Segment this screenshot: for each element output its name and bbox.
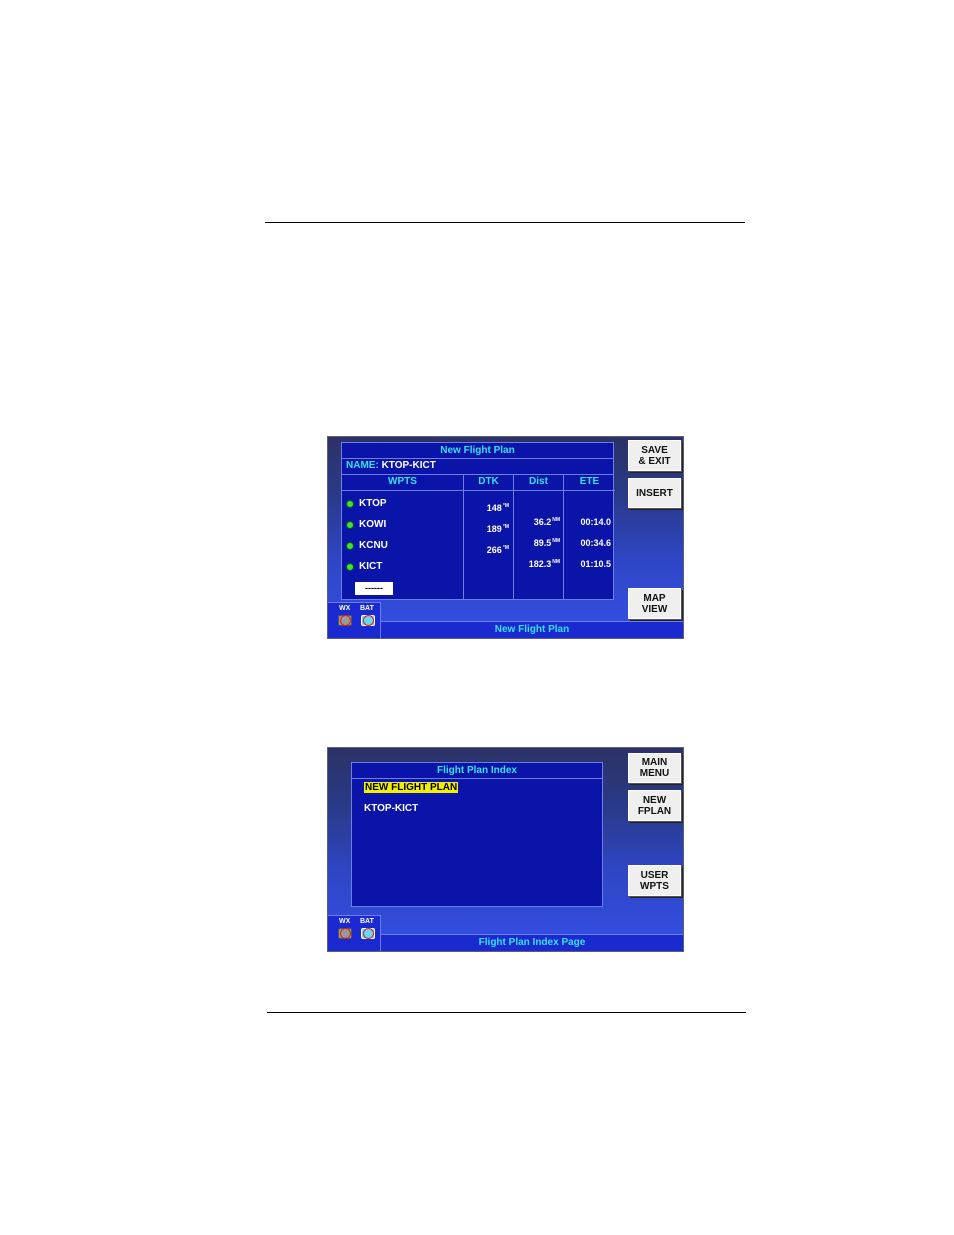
new-waypoint-entry-field[interactable]: ------ — [355, 582, 393, 595]
dist-value: 182.3NM — [528, 559, 560, 569]
battery-disabled-icon — [361, 615, 375, 626]
wpts-header: WPTS — [342, 474, 463, 491]
bat-label: BAT — [360, 605, 374, 612]
dtk-value: 266°M — [486, 545, 509, 555]
name-value: KTOP-KICT — [381, 460, 436, 471]
ete-value: 00:14.0 — [580, 517, 611, 527]
plan-name-row[interactable]: NAME: KTOP-KICT — [342, 458, 613, 475]
waypoint-row[interactable]: KCNU — [346, 540, 388, 551]
insert-button[interactable]: INSERT — [628, 478, 681, 508]
panel-title: New Flight Plan — [342, 443, 613, 459]
waypoint-row[interactable]: KICT — [346, 561, 382, 572]
ete-value: 01:10.5 — [580, 559, 611, 569]
dtk-header: DTK — [464, 474, 513, 491]
dtk-value: 189°M — [486, 524, 509, 534]
waypoint-row[interactable]: KOWI — [346, 519, 386, 530]
waypoint-id: KICT — [359, 561, 383, 572]
dist-value: 36.2NM — [533, 517, 560, 527]
waypoint-icon — [346, 499, 354, 508]
wx-label: WX — [339, 918, 351, 925]
waypoint-id: KCNU — [359, 540, 388, 551]
user-wpts-button[interactable]: USER WPTS — [628, 865, 681, 896]
waypoint-row[interactable]: KTOP — [346, 498, 387, 509]
new-flight-plan-screen: New Flight Plan NAME: KTOP-KICT WPTS KTO… — [327, 436, 684, 639]
bat-label: BAT — [360, 918, 374, 925]
weather-disabled-icon — [338, 615, 352, 626]
status-indicators: WX BAT — [328, 602, 381, 638]
dtk-value: 148°M — [486, 503, 509, 513]
ete-header: ETE — [564, 474, 615, 491]
bottom-rule — [267, 1012, 746, 1013]
save-exit-button[interactable]: SAVE & EXIT — [628, 440, 681, 471]
page-footer: Flight Plan Index Page — [381, 934, 683, 951]
name-label: NAME: — [346, 460, 379, 471]
flight-plan-item[interactable]: KTOP-KICT — [364, 803, 418, 814]
wx-label: WX — [339, 605, 351, 612]
page-footer: New Flight Plan — [381, 621, 683, 638]
dist-value: 89.5NM — [533, 538, 560, 548]
ete-column: ETE 00:14.0 00:34.6 01:10.5 — [564, 474, 615, 599]
flight-plan-item-new[interactable]: NEW FLIGHT PLAN — [364, 782, 459, 793]
waypoint-icon — [346, 520, 354, 529]
main-menu-button[interactable]: MAIN MENU — [628, 753, 681, 783]
flight-plan-index-screen: Flight Plan Index NEW FLIGHT PLAN KTOP-K… — [327, 747, 684, 952]
flight-plan-index-panel: Flight Plan Index NEW FLIGHT PLAN KTOP-K… — [351, 762, 603, 907]
waypoint-id: KTOP — [359, 498, 387, 509]
flight-plan-panel: New Flight Plan NAME: KTOP-KICT WPTS KTO… — [341, 442, 615, 600]
top-rule — [265, 222, 745, 223]
waypoint-icon — [346, 541, 354, 550]
dist-header: Dist — [514, 474, 563, 491]
waypoint-icon — [346, 562, 354, 571]
dtk-column: DTK 148°M 189°M 266°M — [464, 474, 514, 599]
new-fplan-button[interactable]: NEW FPLAN — [628, 790, 681, 821]
map-view-button[interactable]: MAP VIEW — [628, 588, 681, 619]
panel-title: Flight Plan Index — [352, 763, 602, 779]
battery-disabled-icon — [361, 928, 375, 939]
weather-disabled-icon — [338, 928, 352, 939]
status-indicators: WX BAT — [328, 915, 381, 951]
ete-value: 00:34.6 — [580, 538, 611, 548]
waypoint-id: KOWI — [359, 519, 387, 530]
dist-column: Dist 36.2NM 89.5NM 182.3NM — [514, 474, 564, 599]
wpts-column: WPTS KTOP KOWI KCNU KICT ------ — [342, 474, 464, 599]
